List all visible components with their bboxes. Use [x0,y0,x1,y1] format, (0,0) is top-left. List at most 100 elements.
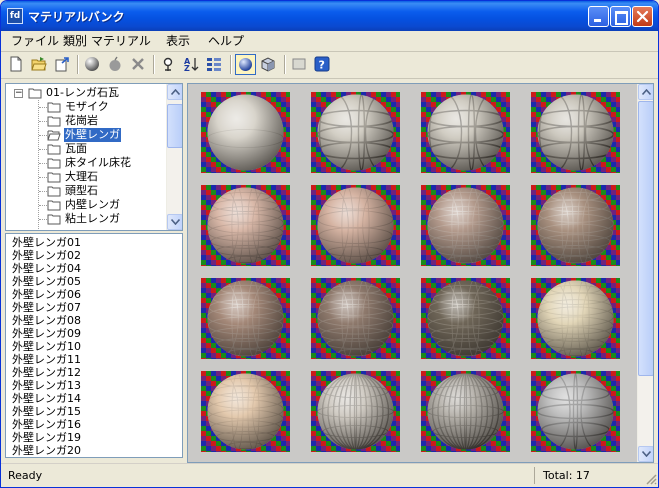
material-thumbnail[interactable] [421,92,510,173]
grid-scrollbar[interactable] [637,84,653,462]
list-item[interactable]: 外壁レンガ11 [12,353,81,366]
folder-icon [47,116,61,127]
new-file-icon [10,56,22,72]
list-item[interactable]: 外壁レンガ07 [12,301,81,314]
material-thumbnail[interactable] [201,185,290,266]
list-item[interactable]: 外壁レンガ13 [12,379,81,392]
title-bar[interactable]: fd マテリアルバンク [1,1,658,31]
folder-icon [47,200,61,211]
material-sphere-preview [201,92,290,173]
delete-button[interactable] [128,54,149,75]
list-item[interactable]: 外壁レンガ08 [12,314,81,327]
export-button[interactable] [52,54,73,75]
menu-help[interactable]: ヘルプ [203,33,249,49]
scroll-down-button[interactable] [638,446,653,462]
folder-icon [47,144,61,155]
material-thumbnail[interactable] [531,371,620,452]
window-title: マテリアルバンク [28,10,125,24]
material-thumbnail[interactable] [311,185,400,266]
material-list[interactable]: 外壁レンガ01 外壁レンガ02 外壁レンガ04 外壁レンガ05 外壁レンガ06 外壁レンガ… [5,233,183,458]
collapse-toggle[interactable]: − [14,89,23,98]
list-item[interactable]: 外壁レンガ16 [12,418,81,431]
menu-view[interactable]: 表示 [161,33,195,49]
status-text: Ready [3,467,535,484]
list-item[interactable]: 外壁レンガ09 [12,327,81,340]
material-thumbnail[interactable] [311,92,400,173]
tree-node-label: 床タイル床花 [65,156,131,169]
apple-icon [109,56,121,71]
sphere-view-button[interactable] [235,54,256,75]
material-sphere-preview [421,278,510,359]
material-sphere-preview [531,185,620,266]
menu-file[interactable]: ファイル [6,33,64,49]
app-icon: fd [7,8,23,24]
material-sphere-preview [311,92,400,173]
toolbar-separator [77,55,79,74]
material-thumbnail[interactable] [311,371,400,452]
cube-view-button[interactable] [258,54,279,75]
minimize-button[interactable] [588,6,609,27]
details-view-button[interactable] [204,54,225,75]
apple-button[interactable] [105,54,126,75]
list-item[interactable]: 外壁レンガ06 [12,288,81,301]
tree-line [39,191,47,192]
material-thumbnail[interactable] [531,185,620,266]
material-sphere-preview [201,371,290,452]
scroll-thumb[interactable] [638,101,653,376]
list-item[interactable]: 外壁レンガ01 [12,236,81,249]
open-button[interactable] [29,54,50,75]
sort-button[interactable]: AZ [181,54,202,75]
close-button[interactable] [632,6,653,27]
maximize-icon [615,11,628,25]
list-item[interactable]: 外壁レンガ14 [12,392,81,405]
open-folder-icon [47,130,61,141]
resize-grip-icon[interactable] [645,473,657,485]
list-item[interactable]: 外壁レンガ19 [12,431,81,444]
menu-material[interactable]: マテリアル [86,33,156,49]
scroll-thumb[interactable] [167,104,182,148]
list-item[interactable]: 外壁レンガ10 [12,340,81,353]
details-view-icon [207,58,221,71]
material-sphere-preview [421,371,510,452]
material-thumbnail[interactable] [311,278,400,359]
material-bank-window: fd マテリアルバンク ファイル 類別 マテリアル 表示 ヘルプ A Z ? −… [0,0,659,488]
tree-line [39,163,47,164]
list-item[interactable]: 外壁レンガ04 [12,262,81,275]
tree-scrollbar[interactable] [166,84,182,230]
scroll-up-button[interactable] [167,84,182,100]
scroll-up-button[interactable] [638,84,653,100]
export-icon [55,57,69,72]
material-thumbnail[interactable] [531,92,620,173]
material-sphere-preview [311,185,400,266]
material-thumbnail-grid[interactable] [187,83,654,463]
material-thumbnail[interactable] [421,185,510,266]
search-button[interactable] [158,54,179,75]
material-sphere-preview [311,278,400,359]
list-item[interactable]: 外壁レンガ12 [12,366,81,379]
panel-button[interactable] [289,54,310,75]
material-thumbnail[interactable] [421,278,510,359]
help-button[interactable]: ? [312,54,333,75]
scroll-down-button[interactable] [167,214,182,230]
arrow-down-icon [642,451,651,457]
arrow-up-icon [642,89,651,95]
material-button[interactable] [82,54,103,75]
svg-text:Z: Z [184,64,190,72]
maximize-button[interactable] [610,6,631,27]
list-item[interactable]: 外壁レンガ20 [12,444,81,457]
list-item[interactable]: 外壁レンガ05 [12,275,81,288]
folder-icon [28,88,42,99]
material-thumbnail[interactable] [531,278,620,359]
category-tree[interactable]: − 01-レンガ石瓦 モザイク 花崗岩 外壁レンガ 瓦面 床タイル床花 大理石 頭型石 内壁レ… [5,83,183,231]
material-thumbnail[interactable] [201,278,290,359]
tree-node-label: 粘土レンガ [65,212,120,225]
tree-node-label: モザイク [65,100,109,113]
list-item[interactable]: 外壁レンガ02 [12,249,81,262]
material-thumbnail[interactable] [201,371,290,452]
list-item[interactable]: 外壁レンガ15 [12,405,81,418]
material-thumbnail[interactable] [201,92,290,173]
material-thumbnail[interactable] [421,371,510,452]
new-button[interactable] [6,54,27,75]
material-sphere-preview [531,371,620,452]
tree-node-label: 頭型石 [65,184,98,197]
